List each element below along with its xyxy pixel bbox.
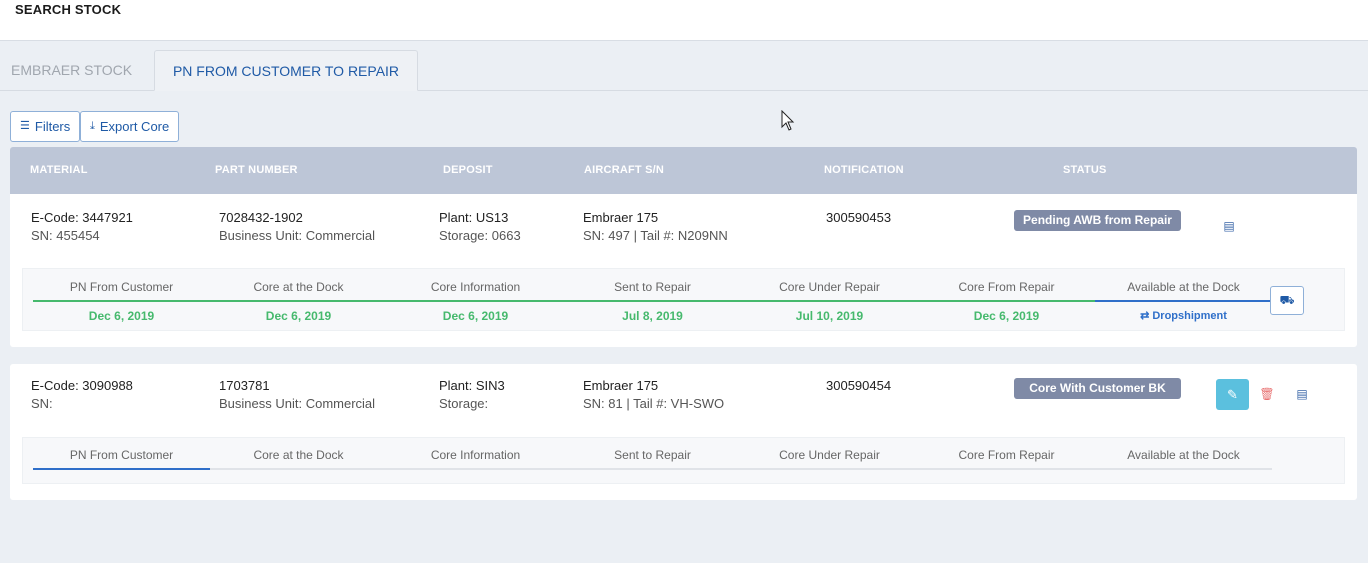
- trash-icon: 🗑: [1259, 387, 1275, 401]
- serial-number: SN: 455454: [31, 228, 100, 243]
- tab-pn-from-customer-to-repair[interactable]: PN FROM CUSTOMER TO REPAIR: [154, 50, 418, 91]
- page-title: SEARCH STOCK: [15, 2, 122, 17]
- top-bar: SEARCH STOCK: [0, 0, 1368, 41]
- export-core-button-label: Export Core: [99, 119, 170, 134]
- status-badge: Pending AWB from Repair: [1014, 210, 1181, 231]
- step-sent-to-repair: Sent to Repair: [614, 448, 691, 462]
- step-available-at-the-dock: Available at the Dock: [1127, 448, 1240, 462]
- business-unit: Business Unit: Commercial: [219, 396, 376, 411]
- shuffle-icon: ⇄: [1140, 310, 1150, 322]
- storage: Storage:: [439, 396, 489, 411]
- aircraft-sn: SN: 497 | Tail #: N209NN: [583, 228, 728, 243]
- aircraft-cell: Embraer 175 SN: 497 | Tail #: N209NN: [583, 209, 728, 245]
- storage: Storage: 0663: [439, 228, 521, 243]
- serial-number: SN:: [31, 396, 53, 411]
- export-core-button[interactable]: ⤓ Export Core: [80, 111, 180, 142]
- step-sent-to-repair: Sent to Repair Jul 8, 2019: [614, 280, 691, 323]
- status-badge: Core With Customer BK: [1014, 378, 1181, 399]
- plant: Plant: US13: [439, 210, 509, 225]
- business-unit: Business Unit: Commercial: [219, 228, 376, 243]
- ecode: E-Code: 3447921: [31, 210, 133, 225]
- filters-button-label: Filters: [34, 119, 71, 134]
- part-number: 7028432-1902: [219, 210, 303, 225]
- table-row: E-Code: 3447921 SN: 455454 7028432-1902 …: [10, 194, 1357, 347]
- part-number-cell: 7028432-1902 Business Unit: Commercial: [219, 209, 375, 245]
- material-cell: E-Code: 3447921 SN: 455454: [31, 209, 133, 245]
- filters-button[interactable]: ☰ Filters: [10, 111, 81, 142]
- deposit-cell: Plant: US13 Storage: 0663: [439, 209, 521, 245]
- ecode: E-Code: 3090988: [31, 378, 133, 393]
- step-core-from-repair: Core From Repair Dec 6, 2019: [958, 280, 1055, 323]
- table-header: MATERIAL PART NUMBER DEPOSIT AIRCRAFT S/…: [10, 147, 1357, 194]
- book-icon[interactable]: ▤: [1222, 219, 1236, 233]
- material-cell: E-Code: 3090988 SN:: [31, 377, 133, 413]
- step-core-at-the-dock: Core at the Dock Dec 6, 2019: [253, 280, 344, 323]
- step-core-information: Core Information Dec 6, 2019: [430, 280, 521, 323]
- column-header-part-number: PART NUMBER: [215, 164, 298, 176]
- column-header-aircraft-sn: AIRCRAFT S/N: [584, 164, 665, 176]
- deposit-cell: Plant: SIN3 Storage:: [439, 377, 505, 413]
- step-core-under-repair: Core Under Repair: [779, 448, 880, 462]
- aircraft-sn: SN: 81 | Tail #: VH-SWO: [583, 396, 725, 411]
- dropshipment-link[interactable]: ⇄ Dropshipment: [1095, 309, 1272, 322]
- notification: 300590454: [826, 378, 892, 393]
- tab-embraer-stock[interactable]: EMBRAER STOCK: [11, 50, 132, 91]
- notification: 300590453: [826, 210, 892, 225]
- pencil-icon: ✎: [1227, 386, 1238, 402]
- column-header-deposit: DEPOSIT: [443, 164, 493, 176]
- aircraft-cell: Embraer 175 SN: 81 | Tail #: VH-SWO: [583, 377, 724, 413]
- tab-bar: EMBRAER STOCK PN FROM CUSTOMER TO REPAIR: [0, 50, 1368, 91]
- table-row: E-Code: 3090988 SN: 1703781 Business Uni…: [10, 364, 1357, 500]
- step-core-from-repair: Core From Repair: [958, 448, 1055, 462]
- step-pn-from-customer: PN From Customer: [69, 448, 174, 462]
- part-number: 1703781: [219, 378, 270, 393]
- mouse-cursor-icon: [781, 110, 795, 131]
- aircraft-model: Embraer 175: [583, 378, 659, 393]
- sliders-icon: ☰: [20, 120, 30, 132]
- download-icon: ⤓: [90, 120, 95, 132]
- plant: Plant: SIN3: [439, 378, 505, 393]
- progress-line-track: [33, 468, 1272, 470]
- delete-button[interactable]: 🗑: [1259, 387, 1275, 401]
- column-header-notification: NOTIFICATION: [824, 164, 904, 176]
- progress-tracker: PN From Customer Core at the Dock Core I…: [22, 437, 1345, 484]
- book-icon[interactable]: ▤: [1295, 387, 1309, 401]
- step-core-under-repair: Core Under Repair Jul 10, 2019: [779, 280, 880, 323]
- aircraft-model: Embraer 175: [583, 210, 659, 225]
- column-header-status: STATUS: [1063, 164, 1107, 176]
- truck-icon: ⛟: [1279, 292, 1295, 307]
- progress-line-current: [33, 468, 210, 470]
- part-number-cell: 1703781 Business Unit: Commercial: [219, 377, 375, 413]
- edit-button[interactable]: ✎: [1216, 379, 1249, 410]
- truck-button[interactable]: ⛟: [1270, 286, 1304, 315]
- step-pn-from-customer: PN From Customer Dec 6, 2019: [69, 280, 174, 323]
- progress-tracker: PN From Customer Dec 6, 2019 Core at the…: [22, 268, 1345, 331]
- step-available-at-the-dock: Available at the Dock ⇄ Dropshipment: [1095, 280, 1272, 322]
- step-core-at-the-dock: Core at the Dock: [253, 448, 344, 462]
- step-core-information: Core Information: [430, 448, 521, 462]
- column-header-material: MATERIAL: [30, 164, 88, 176]
